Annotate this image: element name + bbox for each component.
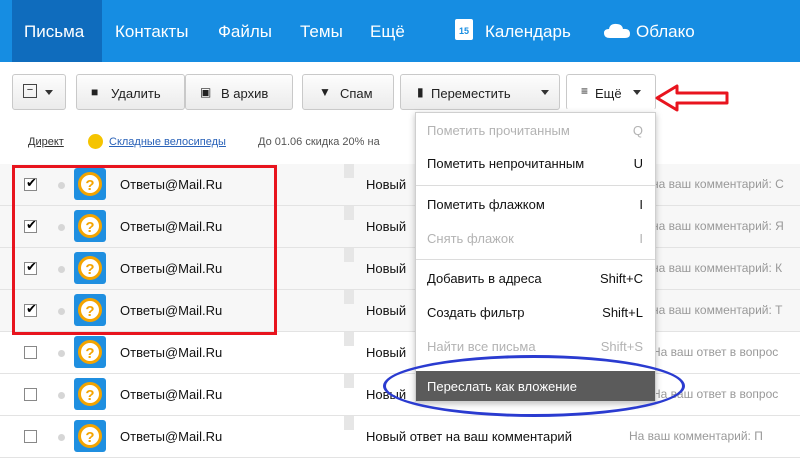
message-sender: Ответы@Mail.Ru — [120, 387, 223, 402]
ad-direct-label[interactable]: Директ — [28, 136, 64, 148]
spam-button[interactable]: ▼ Спам — [302, 74, 394, 110]
message-subject: Новый — [366, 177, 407, 192]
calendar-icon[interactable]: 15 — [455, 19, 473, 40]
cloud-icon[interactable] — [604, 23, 630, 38]
message-subject: Новый — [366, 303, 407, 318]
menu-item-label: Пометить непрочитанным — [427, 156, 585, 171]
menu-item-shortcut: U — [633, 156, 643, 171]
select-all-button[interactable]: − — [12, 74, 66, 110]
menu-divider — [416, 185, 655, 186]
message-snippet: На ваш комментарий: П — [629, 429, 763, 443]
nav-item-files[interactable]: Файлы — [218, 22, 272, 42]
folder-icon: ▮ — [417, 85, 424, 99]
menu-item-unflag[interactable]: Снять флажок I — [416, 223, 655, 253]
flag-icon[interactable] — [344, 164, 354, 178]
nav-item-more[interactable]: Ещё — [370, 22, 405, 42]
message-snippet: на ваш комментарий: К — [652, 261, 783, 275]
message-subject: Новый — [366, 219, 407, 234]
ad-logo-icon — [88, 134, 103, 149]
menu-item-label: Добавить в адреса — [427, 271, 542, 286]
menu-item-shortcut: I — [639, 197, 643, 212]
menu-item-add-to-contacts[interactable]: Добавить в адреса Shift+C — [416, 263, 655, 293]
read-status-dot[interactable] — [58, 350, 65, 357]
nav-item-letters[interactable]: Письма — [24, 22, 84, 42]
menu-item-label: Создать фильтр — [427, 305, 525, 320]
flag-icon[interactable] — [344, 290, 354, 304]
flag-icon[interactable] — [344, 248, 354, 262]
top-nav: Письма Контакты Файлы Темы Ещё 15 Календ… — [0, 0, 800, 62]
menu-lines-icon: ≡ — [581, 84, 589, 98]
flag-icon[interactable] — [344, 332, 354, 346]
message-subject: Новый ответ на ваш комментарий — [366, 429, 572, 444]
read-status-dot[interactable] — [58, 434, 65, 441]
more-label: Ещё — [595, 86, 622, 101]
menu-item-label: Пометить прочитанным — [427, 123, 570, 138]
flag-icon[interactable] — [344, 416, 354, 430]
highlight-ellipse-annotation — [383, 355, 685, 417]
nav-item-contacts[interactable]: Контакты — [115, 22, 188, 42]
message-checkbox[interactable] — [24, 346, 37, 359]
delete-label: Удалить — [111, 86, 161, 101]
message-snippet: на ваш комментарий: Т — [652, 303, 783, 317]
menu-divider — [416, 259, 655, 260]
answers-avatar-icon: ? — [74, 378, 106, 410]
menu-item-shortcut: Shift+L — [602, 305, 643, 320]
menu-item-flag[interactable]: Пометить флажком I — [416, 189, 655, 219]
spam-label: Спам — [340, 86, 373, 101]
message-sender: Ответы@Mail.Ru — [120, 345, 223, 360]
message-sender: Ответы@Mail.Ru — [120, 429, 223, 444]
message-checkbox[interactable] — [24, 388, 37, 401]
message-checkbox[interactable] — [24, 430, 37, 443]
archive-label: В архив — [221, 86, 269, 101]
menu-item-mark-unread[interactable]: Пометить непрочитанным U — [416, 148, 655, 178]
nav-item-calendar[interactable]: Календарь — [485, 22, 571, 42]
menu-item-label: Снять флажок — [427, 231, 514, 246]
menu-item-shortcut: Q — [632, 123, 643, 138]
selection-highlight-annotation — [12, 165, 277, 335]
chevron-down-icon — [633, 90, 641, 95]
answers-avatar-icon: ? — [74, 336, 106, 368]
message-subject: Новый — [366, 345, 407, 360]
flag-icon[interactable] — [344, 374, 354, 388]
more-button[interactable]: ≡ Ещё — [566, 74, 656, 110]
menu-item-create-filter[interactable]: Создать фильтр Shift+L — [416, 297, 655, 327]
answers-avatar-icon: ? — [74, 420, 106, 452]
message-row[interactable]: ? Ответы@Mail.Ru Новый ответ на ваш коммен… — [0, 416, 800, 458]
chevron-down-icon — [45, 90, 53, 95]
select-all-icon: − — [23, 84, 37, 98]
archive-button[interactable]: ▣ В архив — [185, 74, 293, 110]
archive-icon: ▣ — [200, 85, 212, 99]
message-row[interactable]: ? Ответы@Mail.Ru Новый На ваш ответ в вопро… — [0, 332, 800, 374]
menu-item-shortcut: Shift+C — [600, 271, 643, 286]
move-label: Переместить — [431, 86, 511, 101]
message-snippet: На ваш ответ в вопрос — [652, 345, 779, 359]
nav-item-cloud[interactable]: Облако — [636, 22, 695, 42]
message-snippet: на ваш комментарий: Я — [652, 219, 784, 233]
trash-icon: ■ — [91, 85, 99, 99]
thumbs-down-icon: ▼ — [319, 85, 331, 99]
ad-text: До 01.06 скидка 20% на — [258, 136, 380, 148]
flag-icon[interactable] — [344, 206, 354, 220]
ad-title-link[interactable]: Складные велосипеды — [109, 136, 226, 148]
menu-item-label: Найти все письма — [427, 339, 536, 354]
nav-item-topics[interactable]: Темы — [300, 22, 343, 42]
message-subject: Новый — [366, 261, 407, 276]
chevron-down-icon — [541, 90, 549, 95]
menu-item-shortcut: Shift+S — [600, 339, 643, 354]
red-arrow-annotation — [655, 84, 729, 112]
menu-item-shortcut: I — [639, 231, 643, 246]
read-status-dot[interactable] — [58, 392, 65, 399]
menu-item-mark-read[interactable]: Пометить прочитанным Q — [416, 115, 655, 145]
calendar-day: 15 — [458, 26, 469, 36]
delete-button[interactable]: ■ Удалить — [76, 74, 185, 110]
menu-item-label: Пометить флажком — [427, 197, 545, 212]
move-button[interactable]: ▮ Переместить — [400, 74, 560, 110]
message-snippet: на ваш комментарий: С — [652, 177, 784, 191]
